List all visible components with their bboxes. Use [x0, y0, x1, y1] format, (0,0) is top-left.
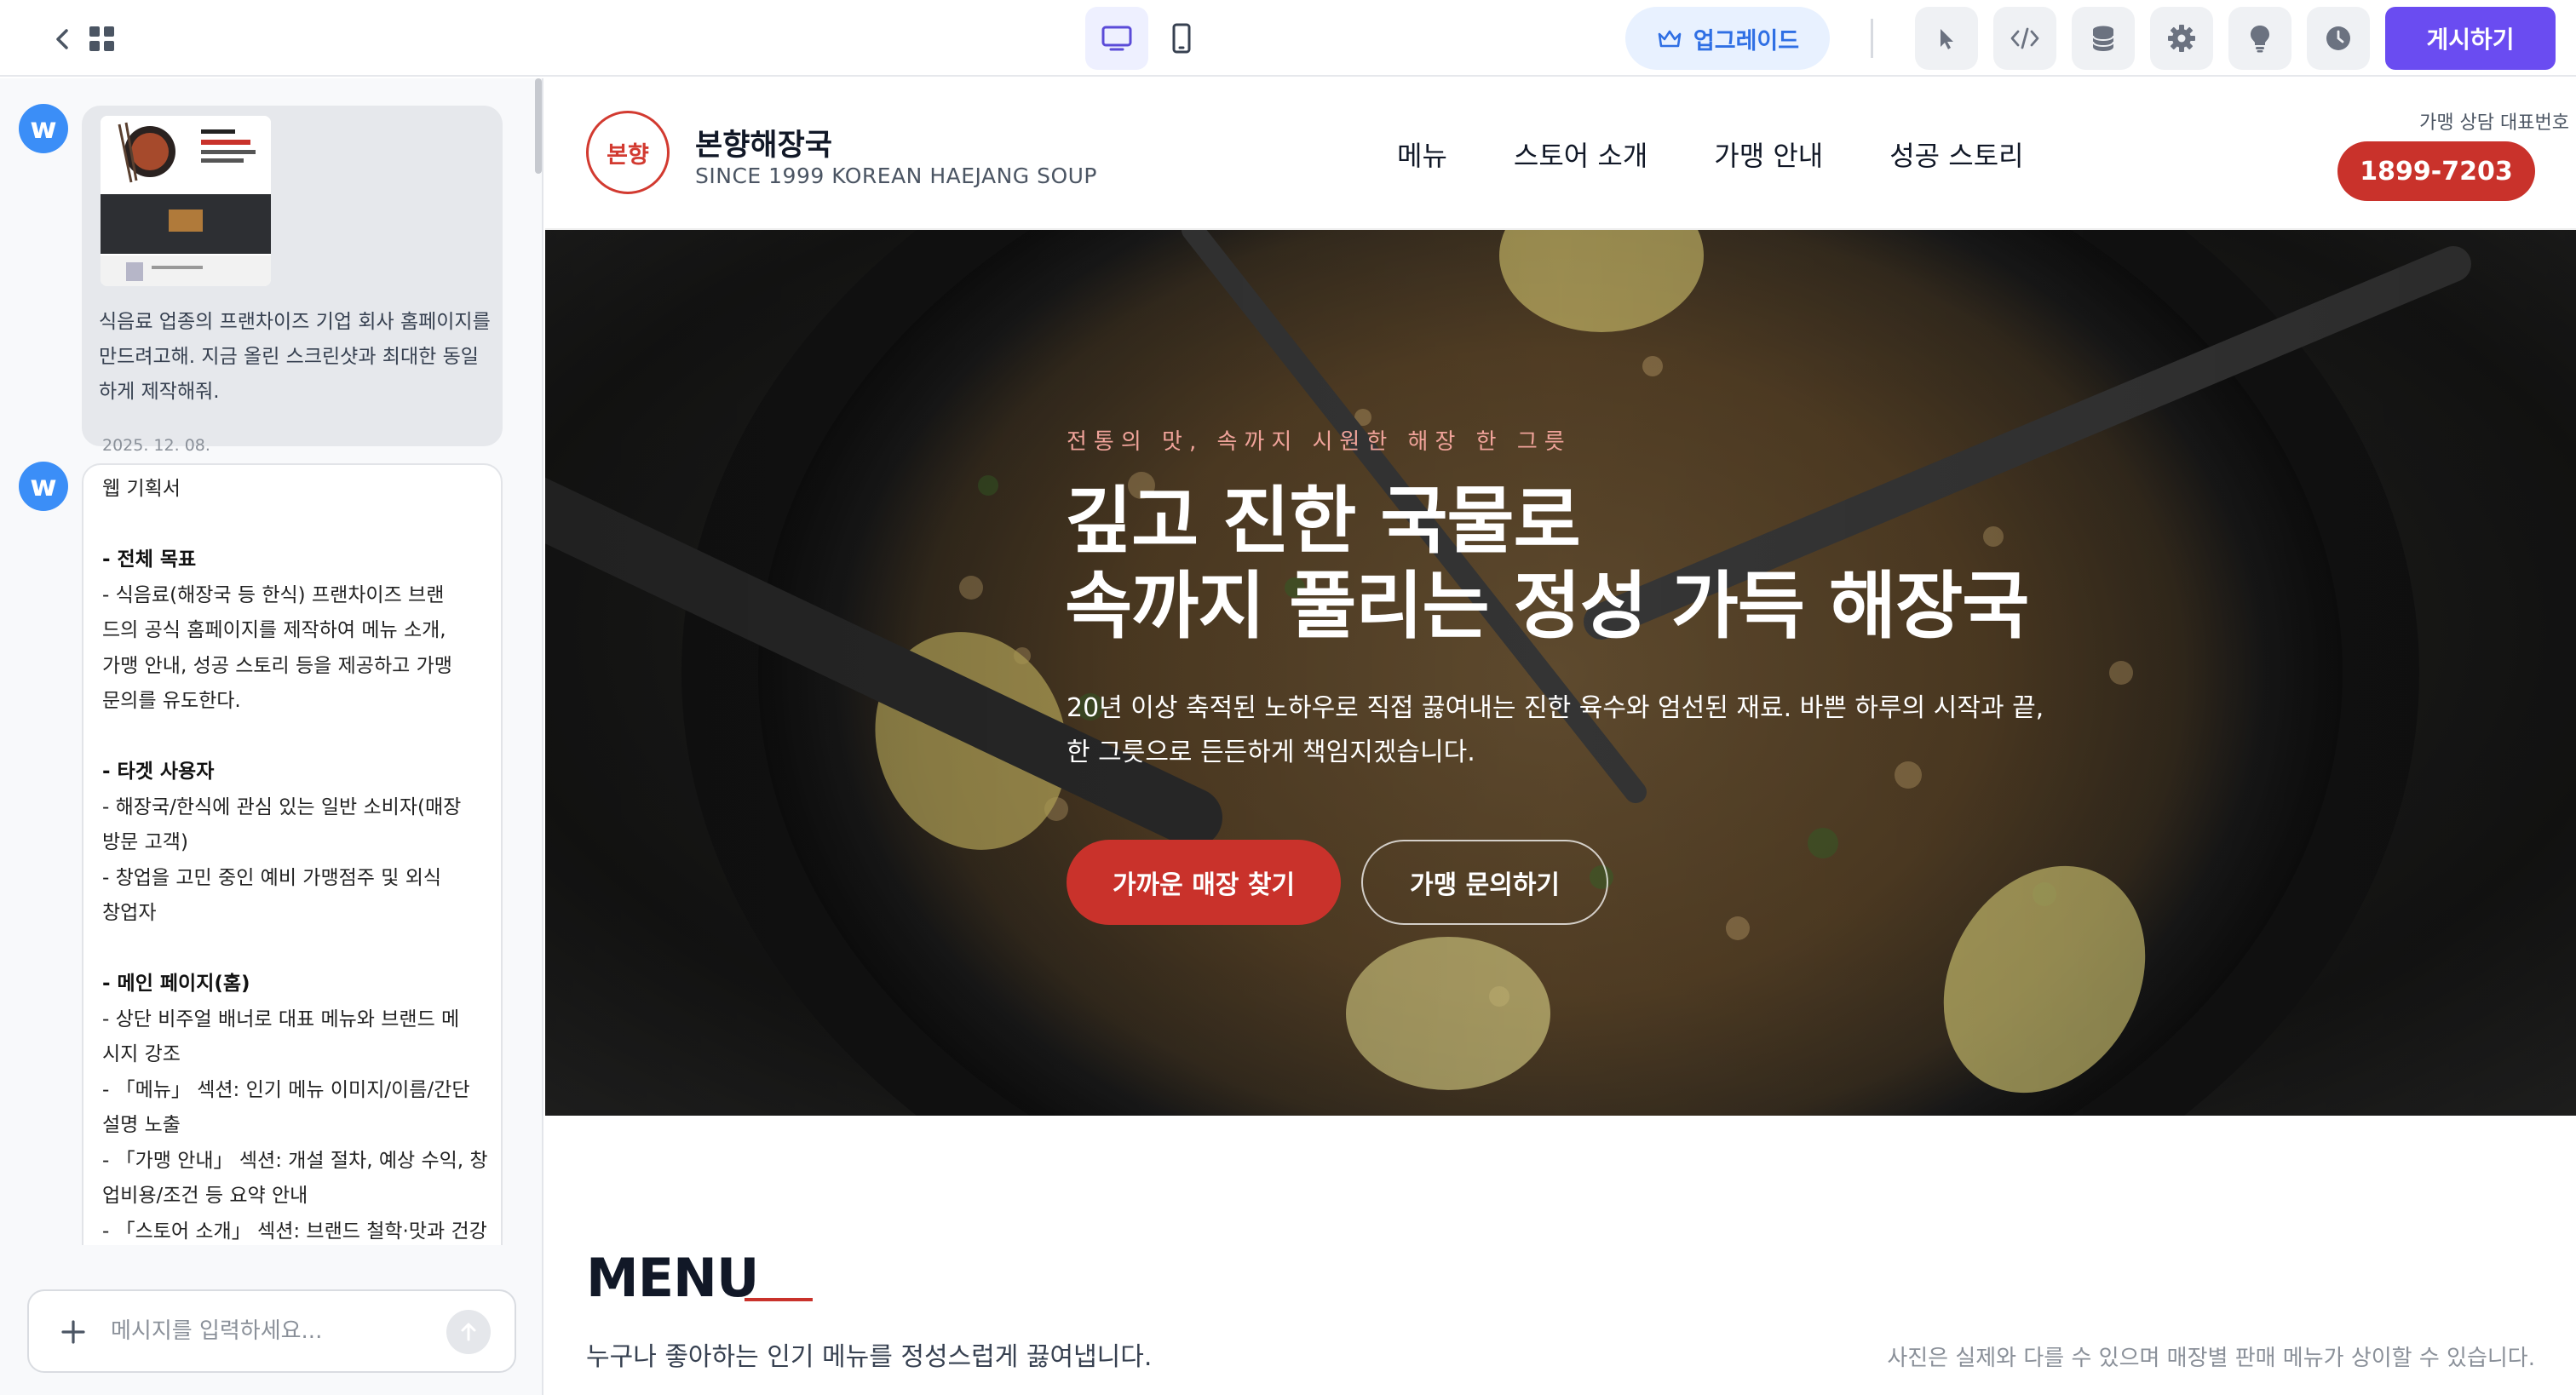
brand-name[interactable]: 본향해장국: [695, 121, 832, 164]
upgrade-button[interactable]: 업그레이드: [1625, 7, 1830, 70]
plan-line: 방문 고객): [102, 831, 188, 853]
publish-button[interactable]: 게시하기: [2385, 7, 2556, 70]
uploaded-screenshot-thumbnail[interactable]: [101, 116, 271, 286]
clock-icon: [2326, 26, 2350, 50]
plan-line: [102, 932, 491, 967]
message-input[interactable]: [111, 1291, 451, 1371]
plan-line: 업비용/조건 등 요약 안내: [102, 1185, 308, 1207]
user-avatar: w: [19, 104, 68, 153]
plan-line: 웹 기획서: [102, 478, 181, 500]
plan-line: 시지 강조: [102, 1043, 181, 1065]
select-tool-button[interactable]: [1915, 7, 1978, 70]
code-view-button[interactable]: [1993, 7, 2056, 70]
plan-line: - 창업을 고민 중인 예비 가맹점주 및 외식: [102, 866, 442, 889]
plan-line: - 메인 페이지(홈): [102, 973, 250, 995]
message-date: 2025. 12. 08.: [102, 436, 210, 455]
lightbulb-icon: [2251, 26, 2269, 53]
assistant-avatar: w: [19, 462, 68, 511]
nav-item-franchise[interactable]: 가맹 안내: [1714, 135, 1823, 175]
plan-line: - 상단 비주얼 배너로 대표 메뉴와 브랜드 메: [102, 1008, 460, 1030]
apps-grid-icon[interactable]: [85, 22, 119, 56]
chat-panel: w 식음료 업종의 프랜차이즈 기업 회사 홈페이지를 만드려고해. 지금 올린…: [0, 78, 543, 1395]
send-button[interactable]: [446, 1310, 491, 1354]
find-store-button[interactable]: 가까운 매장 찾기: [1067, 840, 1341, 925]
plan-line: - 「스토어 소개」 섹션: 브랜드 철학·맛과 건강: [102, 1220, 487, 1243]
arrow-up-icon: [461, 1323, 476, 1341]
crown-icon: [1658, 30, 1682, 48]
brand-tagline: SINCE 1999 KOREAN HAEJANG SOUP: [695, 164, 1098, 188]
plan-line: [102, 508, 491, 543]
database-icon: [2092, 26, 2114, 51]
chat-scrollbar[interactable]: [535, 78, 542, 174]
desktop-view-button[interactable]: [1085, 7, 1148, 70]
franchise-inquiry-button[interactable]: 가맹 문의하기: [1361, 840, 1608, 925]
plan-line: 창업자: [102, 902, 157, 924]
plan-line: 드의 공식 홈페이지를 제작하여 메뉴 소개,: [102, 619, 446, 641]
hero-title-line-1: 깊고 진한 국물로: [1065, 479, 1581, 564]
hero-description-line-1: 20년 이상 축적된 노하우로 직접 끓여내는 진한 육수와 엄선된 재료. 바…: [1067, 693, 2044, 723]
hotline-button[interactable]: 1899-7203: [2337, 141, 2535, 201]
nav-item-success-story[interactable]: 성공 스토리: [1889, 135, 2023, 175]
plan-line: 문의를 유도한다.: [102, 690, 241, 712]
user-message-text: 식음료 업종의 프랜차이즈 기업 회사 홈페이지를 만드려고해. 지금 올린 스…: [99, 311, 491, 403]
plan-line: - 해장국/한식에 관심 있는 일반 소비자(매장: [102, 795, 462, 818]
hero-description: 20년 이상 축적된 노하우로 직접 끓여내는 진한 육수와 엄선된 재료. 바…: [1067, 686, 2106, 775]
plan-line: 설명 노출: [102, 1114, 181, 1136]
ideas-button[interactable]: [2228, 7, 2291, 70]
hero-title-line-2: 속까지 풀리는 정성 가득 해장국: [1065, 564, 2029, 649]
device-switcher: [1085, 7, 1213, 70]
nav-item-store[interactable]: 스토어 소개: [1514, 135, 1647, 175]
back-icon[interactable]: [46, 22, 80, 56]
gear-icon: [2168, 25, 2195, 52]
site-nav: 메뉴 스토어 소개 가맹 안내 성공 스토리: [1397, 135, 2090, 175]
database-button[interactable]: [2072, 7, 2135, 70]
menu-section-title: MENU: [586, 1247, 759, 1309]
toolbar-divider: [1871, 19, 1873, 58]
nav-item-menu[interactable]: 메뉴: [1397, 135, 1447, 175]
hero-eyebrow: 전통의 맛, 속까지 시원한 해장 한 그릇: [1067, 429, 1572, 455]
plan-line: 가맹 안내, 성공 스토리 등을 제공하고 가맹: [102, 654, 452, 677]
hero-title: 깊고 진한 국물로 속까지 풀리는 정성 가득 해장국: [1065, 479, 2029, 649]
menu-title-accent: [745, 1298, 813, 1301]
cursor-icon: [1941, 29, 1953, 49]
plan-line: - 식음료(해장국 등 한식) 프랜차이즈 브랜: [102, 583, 445, 606]
desktop-icon: [1101, 26, 1132, 51]
brand-logo[interactable]: 본향: [586, 111, 670, 194]
hero-overlay: [545, 230, 2576, 1116]
menu-disclaimer: 사진은 실제와 다를 수 있으며 매장별 판매 메뉴가 상이할 수 있습니다.: [1887, 1346, 2535, 1371]
hotline-label: 가맹 상담 대표번호: [2419, 112, 2569, 134]
website-preview: 본향 본향해장국 SINCE 1999 KOREAN HAEJANG SOUP …: [545, 78, 2576, 1395]
code-icon: [2010, 27, 2039, 49]
web-plan-text: 웹 기획서 - 전체 목표 - 식음료(해장국 등 한식) 프랜차이즈 브랜드의 공…: [102, 472, 491, 1249]
upgrade-label: 업그레이드: [1693, 27, 1800, 55]
plan-line: [102, 720, 491, 755]
plan-line: - 타겟 사용자: [102, 761, 215, 783]
settings-button[interactable]: [2150, 7, 2213, 70]
history-button[interactable]: [2307, 7, 2370, 70]
user-message: 식음료 업종의 프랜차이즈 기업 회사 홈페이지를 만드려고해. 지금 올린 스…: [82, 106, 503, 455]
menu-section-subtitle: 누구나 좋아하는 인기 메뉴를 정성스럽게 끓여냅니다.: [586, 1342, 1153, 1372]
plan-line: - 「가맹 안내」 섹션: 개설 절차, 예상 수익, 창: [102, 1149, 488, 1172]
site-header: 본향 본향해장국 SINCE 1999 KOREAN HAEJANG SOUP …: [545, 78, 2576, 230]
plus-icon[interactable]: [56, 1315, 90, 1349]
message-composer[interactable]: [27, 1289, 516, 1373]
editor-toolbar: 업그레이드 게시하기: [0, 0, 2576, 77]
hero-description-line-2: 한 그릇으로 든든하게 책임지겠습니다.: [1067, 738, 1475, 767]
plan-line: - 「메뉴」 섹션: 인기 메뉴 이미지/이름/간단: [102, 1078, 470, 1101]
hero-banner: 전통의 맛, 속까지 시원한 해장 한 그릇 깊고 진한 국물로 속까지 풀리는…: [545, 230, 2576, 1116]
mobile-icon: [1172, 23, 1191, 54]
mobile-view-button[interactable]: [1150, 7, 1213, 70]
plan-line: - 전체 목표: [102, 548, 197, 571]
